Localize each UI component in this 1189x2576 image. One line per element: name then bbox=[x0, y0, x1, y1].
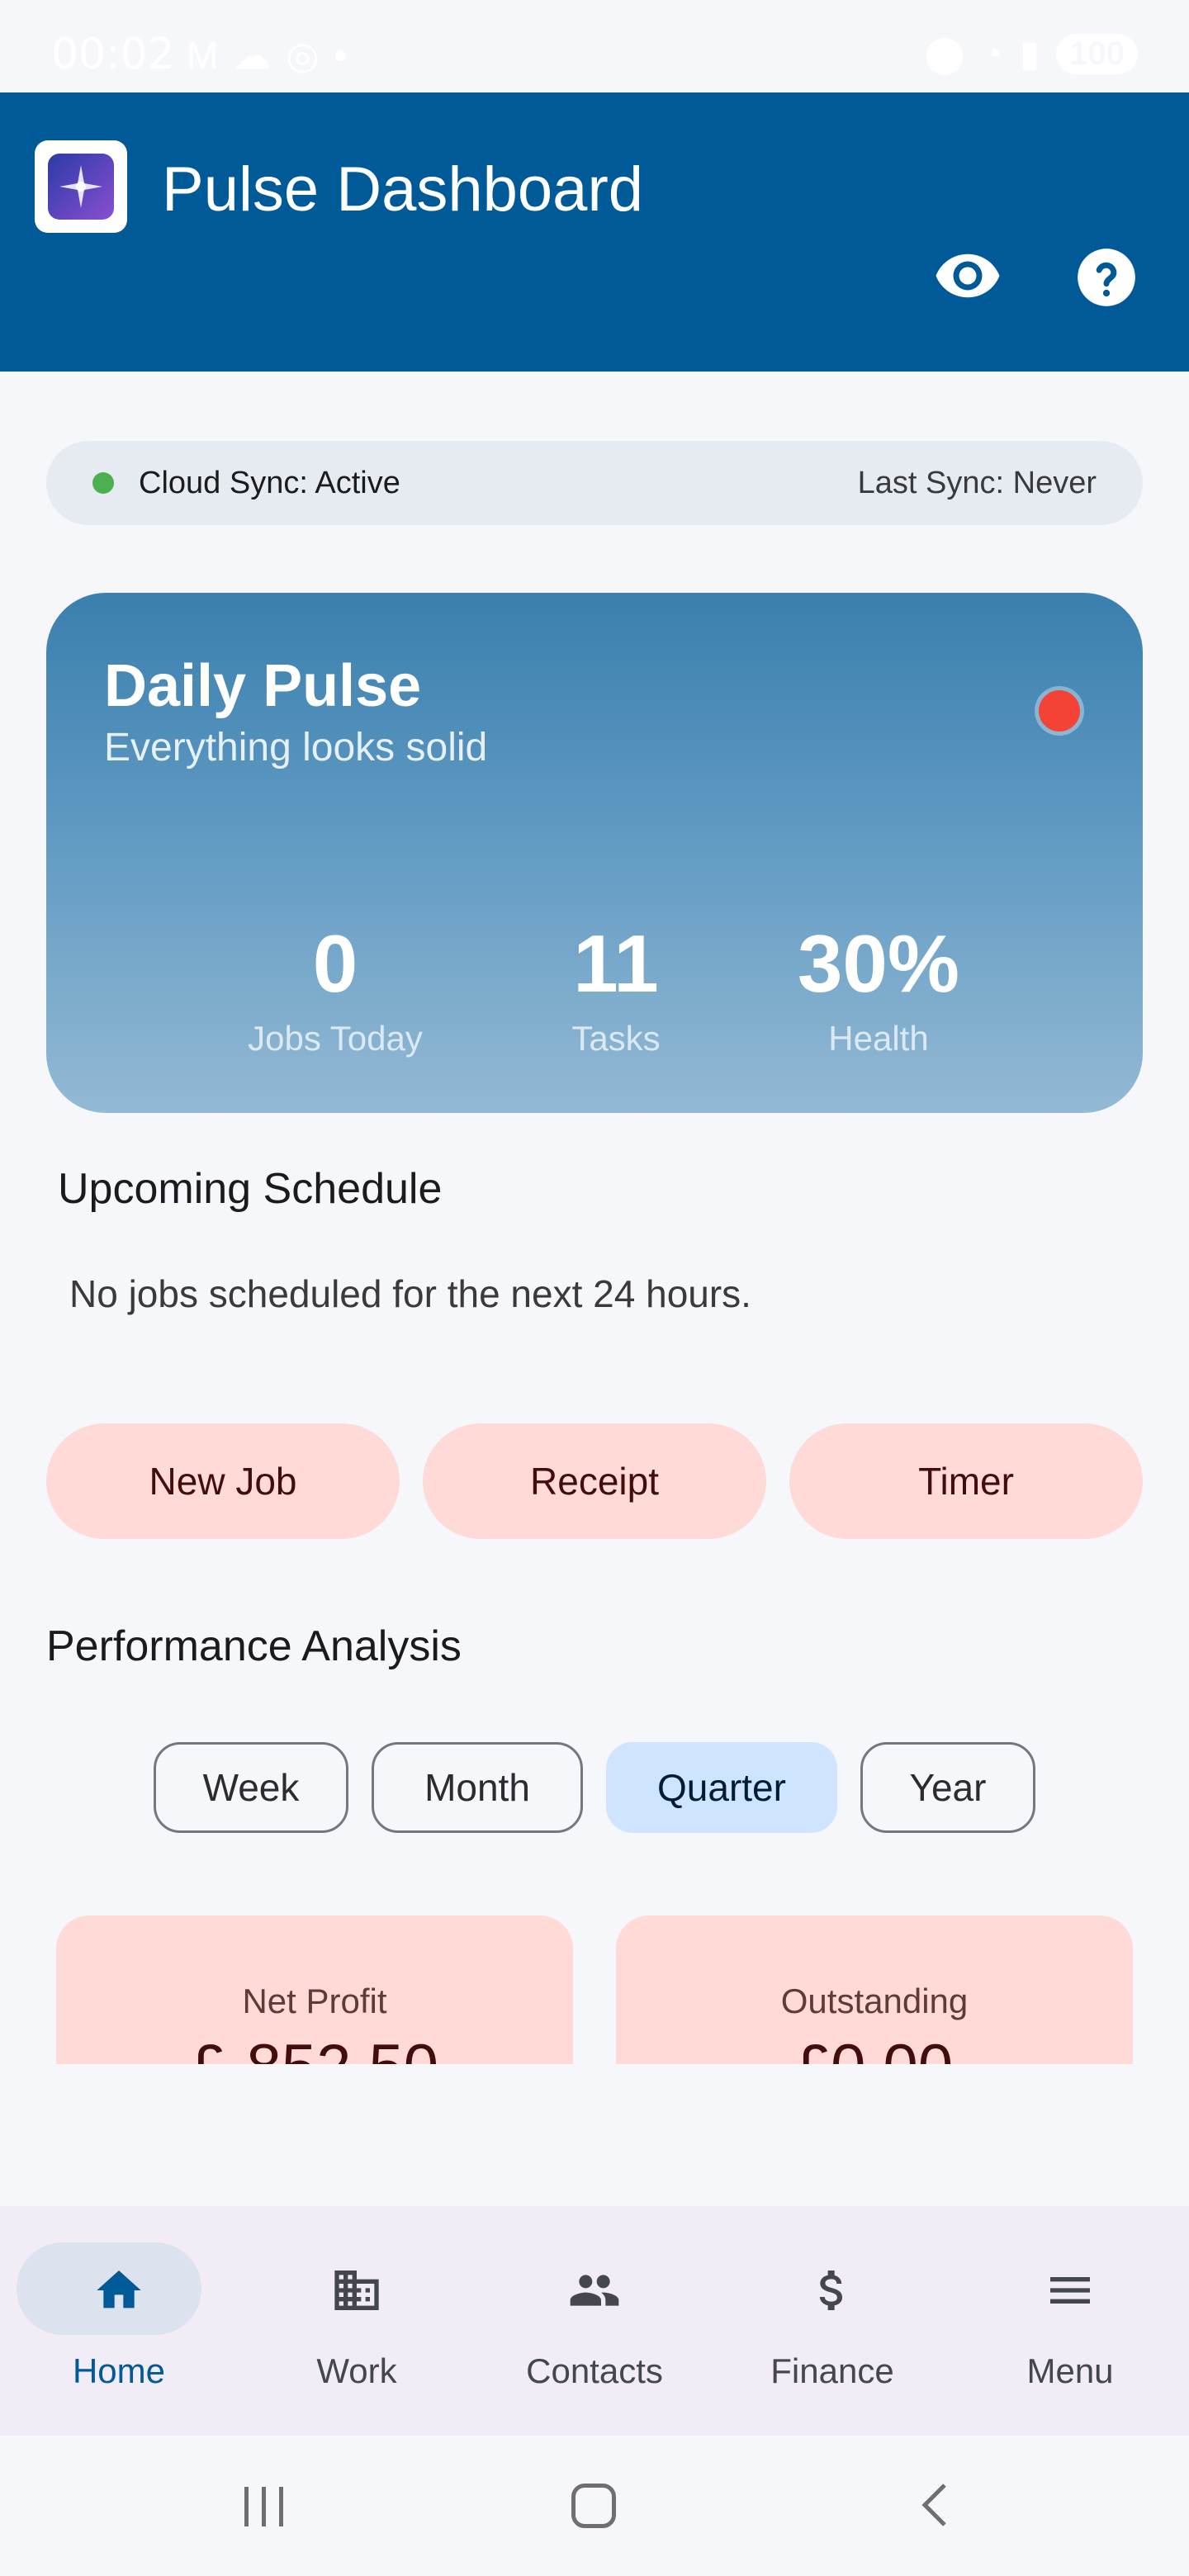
period-chip-quarter[interactable]: Quarter bbox=[606, 1742, 837, 1833]
sync-status-dot bbox=[92, 472, 114, 494]
app-title: Pulse Dashboard bbox=[162, 154, 644, 225]
status-time: 00:02 bbox=[51, 30, 175, 79]
dot-icon: • bbox=[334, 34, 348, 77]
nav-item-home[interactable]: Home bbox=[0, 2206, 238, 2436]
dollar-icon bbox=[819, 2271, 842, 2310]
metric-value: £-852.50 bbox=[56, 2031, 573, 2064]
menu-icon bbox=[1050, 2277, 1090, 2304]
stat-label: Tasks bbox=[571, 1019, 661, 1058]
performance-title: Performance Analysis bbox=[46, 1622, 462, 1670]
timer-button[interactable]: Timer bbox=[789, 1423, 1143, 1539]
location-icon: ⬤ bbox=[924, 34, 965, 74]
home-icon bbox=[97, 2271, 141, 2308]
nav-item-contacts[interactable]: Contacts bbox=[476, 2206, 713, 2436]
metric-value: £0.00 bbox=[616, 2031, 1133, 2064]
nav-item-menu[interactable]: Menu bbox=[951, 2206, 1189, 2436]
stat-tasks: 11 Tasks bbox=[492, 923, 740, 1058]
back-icon[interactable] bbox=[912, 2480, 961, 2530]
stat-value: 0 bbox=[312, 918, 358, 1009]
signal-icon: ▮ bbox=[1020, 34, 1040, 74]
bottom-navigation: Home Work Contacts Finance Menu bbox=[0, 2206, 1189, 2436]
stat-value: 11 bbox=[573, 918, 659, 1009]
pulse-subtitle: Everything looks solid bbox=[104, 726, 488, 769]
recent-apps-icon[interactable] bbox=[239, 2482, 289, 2531]
app-bar bbox=[0, 92, 1189, 372]
compass-icon bbox=[59, 165, 102, 208]
sync-status-text: Cloud Sync: Active bbox=[139, 466, 400, 500]
status-bar: 00:02 M ☁ ◎ • ⬤ ◔ ▮ 100 bbox=[0, 0, 1189, 92]
period-chip-week[interactable]: Week bbox=[154, 1742, 348, 1833]
system-icons: ⬤ ◔ ▮ 100 bbox=[924, 33, 1138, 75]
nav-label: Contacts bbox=[526, 2351, 663, 2390]
new-job-button[interactable]: New Job bbox=[46, 1423, 400, 1539]
nav-label: Home bbox=[72, 2351, 166, 2390]
wifi-icon: ◔ bbox=[981, 33, 1004, 74]
help-icon bbox=[1078, 249, 1135, 306]
whatsapp-icon: ◎ bbox=[286, 34, 320, 77]
daily-pulse-card[interactable]: Daily Pulse Everything looks solid 0 Job… bbox=[46, 593, 1143, 1113]
nav-label: Work bbox=[316, 2351, 397, 2390]
nav-item-finance[interactable]: Finance bbox=[713, 2206, 951, 2436]
help-button[interactable] bbox=[1075, 246, 1138, 309]
gmail-icon: M bbox=[187, 34, 219, 77]
sync-status-bar: Cloud Sync: Active Last Sync: Never bbox=[46, 441, 1143, 525]
period-chip-month[interactable]: Month bbox=[372, 1742, 583, 1833]
notification-icons: M ☁ ◎ • bbox=[187, 33, 348, 78]
visibility-button[interactable] bbox=[933, 241, 1002, 310]
app-logo bbox=[35, 140, 127, 233]
stat-value: 30% bbox=[797, 918, 960, 1009]
nav-label: Finance bbox=[770, 2351, 894, 2390]
stat-jobs-today: 0 Jobs Today bbox=[211, 923, 459, 1058]
home-button-icon[interactable] bbox=[571, 2484, 616, 2528]
outstanding-card[interactable]: Outstanding £0.00 bbox=[616, 1915, 1133, 2064]
schedule-title: Upcoming Schedule bbox=[58, 1165, 443, 1213]
metric-label: Net Profit bbox=[242, 1982, 387, 2020]
battery-indicator: 100 bbox=[1056, 34, 1138, 74]
stat-label: Jobs Today bbox=[248, 1019, 423, 1058]
net-profit-card[interactable]: Net Profit £-852.50 bbox=[56, 1915, 573, 2064]
stat-health: 30% Health bbox=[755, 923, 1002, 1058]
system-navigation-bar bbox=[0, 2436, 1189, 2576]
nav-label: Menu bbox=[1026, 2351, 1114, 2390]
schedule-empty-text: No jobs scheduled for the next 24 hours. bbox=[69, 1272, 751, 1315]
pulse-status-indicator bbox=[1039, 690, 1080, 732]
nav-item-work[interactable]: Work bbox=[238, 2206, 476, 2436]
stat-label: Health bbox=[828, 1019, 929, 1058]
metric-label: Outstanding bbox=[780, 1982, 969, 2020]
building-icon bbox=[334, 2271, 379, 2310]
cloud-icon: ☁ bbox=[233, 34, 272, 77]
people-icon bbox=[570, 2275, 619, 2306]
receipt-button[interactable]: Receipt bbox=[423, 1423, 766, 1539]
last-sync-text: Last Sync: Never bbox=[857, 466, 1097, 500]
pulse-title: Daily Pulse bbox=[104, 653, 422, 719]
period-chip-year[interactable]: Year bbox=[860, 1742, 1035, 1833]
eye-icon bbox=[936, 253, 1000, 298]
